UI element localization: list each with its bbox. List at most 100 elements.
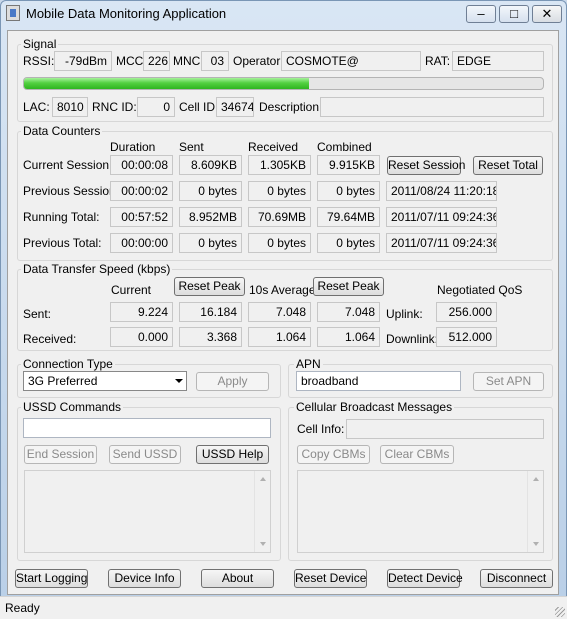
operator-value: COSMOTE@ [281,51,421,71]
combined-header: Combined [317,140,372,154]
scroll-down-icon[interactable] [260,542,266,546]
received-peak: 3.368 [179,327,242,347]
received-current: 0.000 [110,327,173,347]
ussd-title: USSD Commands [21,400,124,414]
sent-speed-label: Sent: [23,307,52,321]
reset-peak-avg-button[interactable]: Reset Peak [313,277,384,296]
sent-average: 7.048 [248,302,311,322]
description-label: Description: [259,100,323,114]
running-total-received: 70.69MB [248,207,311,227]
previous-session-label: Previous Session: [23,184,120,198]
signal-strength-fill [24,78,310,89]
rat-label: RAT: [425,54,451,68]
received-average: 1.064 [248,327,311,347]
title-bar[interactable]: Mobile Data Monitoring Application – □ ✕ [0,0,567,28]
received-average-peak: 1.064 [317,327,380,347]
window-title: Mobile Data Monitoring Application [26,6,227,21]
sent-current: 9.224 [110,302,173,322]
reset-peak-button[interactable]: Reset Peak [174,277,245,296]
received-speed-label: Received: [23,332,77,346]
cbm-message-area[interactable] [297,470,544,553]
rnc-id-label: RNC ID: [92,100,137,114]
negotiated-qos-header: Negotiated QoS [437,283,523,297]
scroll-down-icon[interactable] [533,542,539,546]
prev-total-combined: 0 bytes [317,233,380,253]
cell-id-value: 34674 [216,97,254,117]
resize-grip-icon[interactable] [555,607,565,617]
current-session-label: Current Session: [23,158,113,172]
reset-total-button[interactable]: Reset Total [473,156,543,175]
prev-session-duration: 00:00:02 [110,181,173,201]
current-received: 1.305KB [248,155,311,175]
end-session-button[interactable]: End Session [24,445,97,464]
running-total-duration: 00:57:52 [110,207,173,227]
current-combined: 9.915KB [317,155,380,175]
received-header: Received [248,140,299,154]
disconnect-button[interactable]: Disconnect [480,569,553,588]
apn-title: APN [294,357,323,371]
apn-input[interactable]: broadband [296,371,461,391]
scroll-up-icon[interactable] [260,477,266,481]
sent-header: Sent [179,140,204,154]
cell-info-label: Cell Info: [297,422,345,436]
apply-button[interactable]: Apply [196,372,269,391]
cell-info-value [346,419,544,439]
uplink-value: 256.000 [436,302,497,322]
running-total-combined: 79.64MB [317,207,380,227]
send-ussd-button[interactable]: Send USSD [109,445,181,464]
ussd-scrollbar[interactable] [254,471,270,552]
detect-device-button[interactable]: Detect Device [387,569,463,588]
prev-total-received: 0 bytes [248,233,311,253]
prev-total-date: 2011/07/11 09:24:36 [386,233,497,253]
operator-label: Operator: [233,54,284,68]
uplink-label: Uplink: [386,307,423,321]
app-icon [6,5,20,21]
status-text: Ready [5,601,40,615]
rssi-label: RSSI: [23,54,55,68]
start-logging-button[interactable]: Start Logging [15,569,88,588]
set-apn-button[interactable]: Set APN [473,372,544,391]
prev-session-combined: 0 bytes [317,181,380,201]
rat-value: EDGE [452,51,544,71]
copy-cbms-button[interactable]: Copy CBMs [297,445,370,464]
maximize-button[interactable]: □ [499,5,529,23]
minimize-button[interactable]: – [466,5,496,23]
reset-session-button[interactable]: Reset Session [387,156,465,175]
sent-peak: 16.184 [179,302,242,322]
description-value [320,97,544,117]
reset-device-button[interactable]: Reset Device [294,569,367,588]
connection-type-title: Connection Type [21,357,115,371]
downlink-label: Downlink: [386,332,439,346]
mnc-label: MNC: [173,54,204,68]
ussd-help-button[interactable]: USSD Help [196,445,269,464]
prev-total-sent: 0 bytes [179,233,242,253]
signal-group-title: Signal [21,37,59,51]
running-total-sent: 8.952MB [179,207,242,227]
running-total-label: Running Total: [23,210,100,224]
ussd-response-area[interactable] [24,470,271,553]
cbm-scrollbar[interactable] [527,471,543,552]
downlink-value: 512.000 [436,327,497,347]
device-info-button[interactable]: Device Info [108,569,181,588]
average-header: 10s Average [249,283,316,297]
scroll-up-icon[interactable] [533,477,539,481]
chevron-down-icon [175,379,183,383]
rnc-id-value: 0 [137,97,175,117]
connection-type-select[interactable]: 3G Preferred [23,371,187,391]
lac-value: 8010 [52,97,88,117]
current-duration: 00:00:08 [110,155,173,175]
prev-session-received: 0 bytes [248,181,311,201]
mcc-value: 226 [143,51,170,71]
about-button[interactable]: About [201,569,274,588]
rssi-value: -79dBm [54,51,112,71]
data-counters-title: Data Counters [21,124,103,138]
cbm-title: Cellular Broadcast Messages [294,400,455,414]
close-button[interactable]: ✕ [532,5,562,23]
running-total-date: 2011/07/11 09:24:36 [386,207,497,227]
signal-strength-bar [23,77,544,90]
ussd-command-input[interactable] [23,418,271,438]
clear-cbms-button[interactable]: Clear CBMs [380,445,454,464]
prev-total-duration: 00:00:00 [110,233,173,253]
sent-average-peak: 7.048 [317,302,380,322]
duration-header: Duration [110,140,156,154]
